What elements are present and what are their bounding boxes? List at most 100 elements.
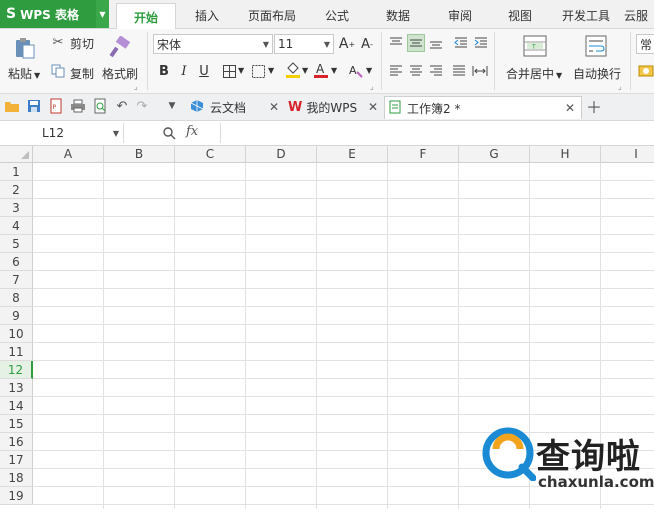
align-left-icon[interactable] — [387, 62, 405, 80]
wrap-text-button[interactable]: 自动换行 — [573, 65, 621, 82]
format-painter-icon[interactable] — [108, 34, 132, 60]
tab-formulas[interactable]: 公式 — [312, 3, 362, 28]
insert-function-fx-icon[interactable]: fx — [186, 124, 198, 139]
underline-icon[interactable]: U — [195, 62, 213, 80]
app-menu-dropdown-icon[interactable]: ▼ — [96, 0, 109, 28]
undo-icon[interactable]: ↶ — [114, 98, 130, 114]
column-header[interactable]: D — [246, 146, 317, 163]
row-header[interactable]: 15 — [0, 415, 33, 433]
clear-format-icon[interactable]: A — [347, 62, 365, 80]
column-header[interactable]: G — [459, 146, 530, 163]
row-header[interactable]: 4 — [0, 217, 33, 235]
row-header[interactable]: 10 — [0, 325, 33, 343]
wrap-text-icon[interactable] — [584, 34, 608, 58]
row-header[interactable]: 5 — [0, 235, 33, 253]
column-header[interactable]: B — [104, 146, 175, 163]
row-header[interactable]: 6 — [0, 253, 33, 271]
borders-icon[interactable] — [220, 62, 238, 80]
formula-input[interactable] — [220, 123, 654, 143]
close-icon[interactable]: ✕ — [368, 100, 378, 114]
row-header[interactable]: 7 — [0, 271, 33, 289]
save-icon[interactable] — [26, 98, 42, 114]
fill-color-icon[interactable] — [284, 61, 302, 79]
merge-center-button[interactable]: 合并居中 ▼ — [506, 65, 562, 82]
print-preview-icon[interactable] — [92, 98, 108, 114]
chevron-down-icon[interactable]: ▼ — [238, 66, 244, 75]
quick-access-dropdown-icon[interactable]: ▼ — [164, 98, 180, 114]
close-icon[interactable]: ✕ — [565, 101, 575, 115]
justify-icon[interactable] — [450, 62, 468, 80]
cut-button[interactable]: 剪切 — [70, 35, 94, 52]
row-header[interactable]: 16 — [0, 433, 33, 451]
align-top-icon[interactable] — [387, 34, 405, 52]
paste-icon[interactable] — [12, 35, 38, 61]
row-header[interactable]: 13 — [0, 379, 33, 397]
row-header[interactable]: 9 — [0, 307, 33, 325]
clipboard-dialog-launcher-icon[interactable]: ⌟ — [134, 82, 138, 91]
font-color-icon[interactable]: A — [312, 61, 330, 79]
tab-insert[interactable]: 插入 — [180, 3, 234, 28]
row-header[interactable]: 2 — [0, 181, 33, 199]
doc-tab-cloud[interactable]: 云文档 ✕ — [186, 96, 281, 118]
column-header[interactable]: C — [175, 146, 246, 163]
distributed-align-icon[interactable] — [471, 62, 489, 80]
row-header[interactable]: 14 — [0, 397, 33, 415]
paste-button[interactable]: 粘贴 ▼ — [8, 65, 40, 82]
tab-view[interactable]: 视图 — [494, 3, 546, 28]
merge-center-icon[interactable]: T — [522, 34, 548, 58]
increase-indent-icon[interactable] — [472, 34, 490, 52]
column-header[interactable]: E — [317, 146, 388, 163]
number-format-select[interactable]: 常 — [636, 34, 654, 54]
doc-tab-workbook[interactable]: 工作簿2 * ✕ — [384, 96, 582, 119]
zoom-search-icon[interactable] — [160, 124, 178, 142]
redo-icon[interactable]: ↷ — [134, 98, 150, 114]
column-header[interactable]: A — [33, 146, 104, 163]
increase-font-icon[interactable]: A + — [338, 35, 356, 53]
column-header[interactable]: F — [388, 146, 459, 163]
align-center-icon[interactable] — [407, 62, 425, 80]
format-painter-button[interactable]: 格式刷 — [102, 65, 138, 82]
italic-icon[interactable]: I — [175, 62, 193, 80]
row-header[interactable]: 12 — [0, 361, 33, 379]
row-header[interactable]: 19 — [0, 487, 33, 505]
chevron-down-icon[interactable]: ▼ — [302, 66, 308, 75]
row-header[interactable]: 1 — [0, 163, 33, 181]
tab-developer[interactable]: 开发工具 — [554, 3, 618, 28]
tab-data[interactable]: 数据 — [372, 3, 424, 28]
row-header[interactable]: 8 — [0, 289, 33, 307]
scissors-icon[interactable]: ✂ — [50, 34, 66, 50]
chevron-down-icon[interactable]: ▼ — [331, 66, 337, 75]
tab-home[interactable]: 开始 — [116, 3, 176, 30]
name-box[interactable]: L12 ▼ — [0, 123, 124, 143]
tab-page-layout[interactable]: 页面布局 — [240, 3, 304, 28]
decrease-indent-icon[interactable] — [452, 34, 470, 52]
select-all-corner[interactable] — [0, 146, 33, 163]
open-folder-icon[interactable] — [4, 98, 20, 114]
row-header[interactable]: 11 — [0, 343, 33, 361]
export-pdf-icon[interactable]: P — [48, 98, 64, 114]
align-bottom-icon[interactable] — [427, 34, 445, 52]
print-icon[interactable] — [70, 98, 86, 114]
tab-review[interactable]: 审阅 — [434, 3, 486, 28]
row-header[interactable]: 18 — [0, 469, 33, 487]
app-menu-button[interactable]: S WPS 表格 — [0, 0, 96, 28]
currency-format-icon[interactable] — [638, 62, 654, 80]
font-dialog-launcher-icon[interactable]: ⌟ — [370, 82, 374, 91]
column-header[interactable]: I — [601, 146, 654, 163]
row-header[interactable]: 3 — [0, 199, 33, 217]
chevron-down-icon[interactable]: ▼ — [366, 66, 372, 75]
font-size-select[interactable]: 11 ▼ — [274, 34, 334, 54]
bold-icon[interactable]: B — [155, 62, 173, 80]
decrease-font-icon[interactable]: A- — [358, 35, 376, 53]
cell-style-icon[interactable] — [249, 62, 267, 80]
close-icon[interactable]: ✕ — [269, 100, 279, 114]
row-header[interactable]: 17 — [0, 451, 33, 469]
column-header[interactable]: H — [530, 146, 601, 163]
align-right-icon[interactable] — [427, 62, 445, 80]
tab-cloud[interactable]: 云服 — [624, 3, 654, 28]
copy-icon[interactable] — [50, 63, 66, 79]
copy-button[interactable]: 复制 — [70, 65, 94, 82]
chevron-down-icon[interactable]: ▼ — [268, 66, 274, 75]
font-name-select[interactable]: 宋体 ▼ — [153, 34, 273, 54]
align-middle-icon[interactable] — [407, 34, 425, 52]
